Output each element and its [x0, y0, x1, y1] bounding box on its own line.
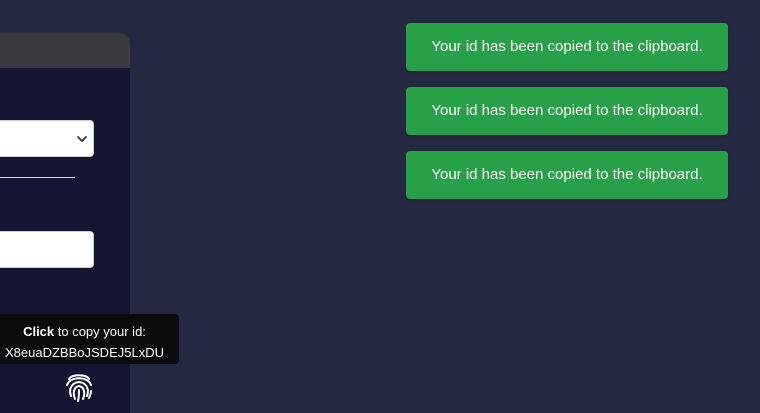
tooltip-action-text: to copy your id:: [54, 324, 146, 339]
tooltip-id-value: X8euaDZBBoJSDEJ5LxDU: [5, 345, 164, 360]
chevron-down-icon: [77, 136, 87, 142]
toast-notification[interactable]: Your id has been copied to the clipboard…: [406, 151, 728, 199]
toast-notification[interactable]: Your id has been copied to the clipboard…: [406, 87, 728, 135]
text-input-field[interactable]: [0, 231, 94, 268]
toast-notification[interactable]: Your id has been copied to the clipboard…: [406, 23, 728, 71]
panel-header: [0, 33, 130, 68]
copy-id-tooltip: Click to copy your id: X8euaDZBBoJSDEJ5L…: [0, 314, 179, 364]
tooltip-action-bold: Click: [23, 324, 55, 339]
fingerprint-icon[interactable]: [62, 369, 96, 403]
dropdown-select[interactable]: [0, 120, 94, 157]
tooltip-instruction: Click to copy your id:: [0, 321, 179, 342]
link-underline[interactable]: [0, 177, 75, 178]
